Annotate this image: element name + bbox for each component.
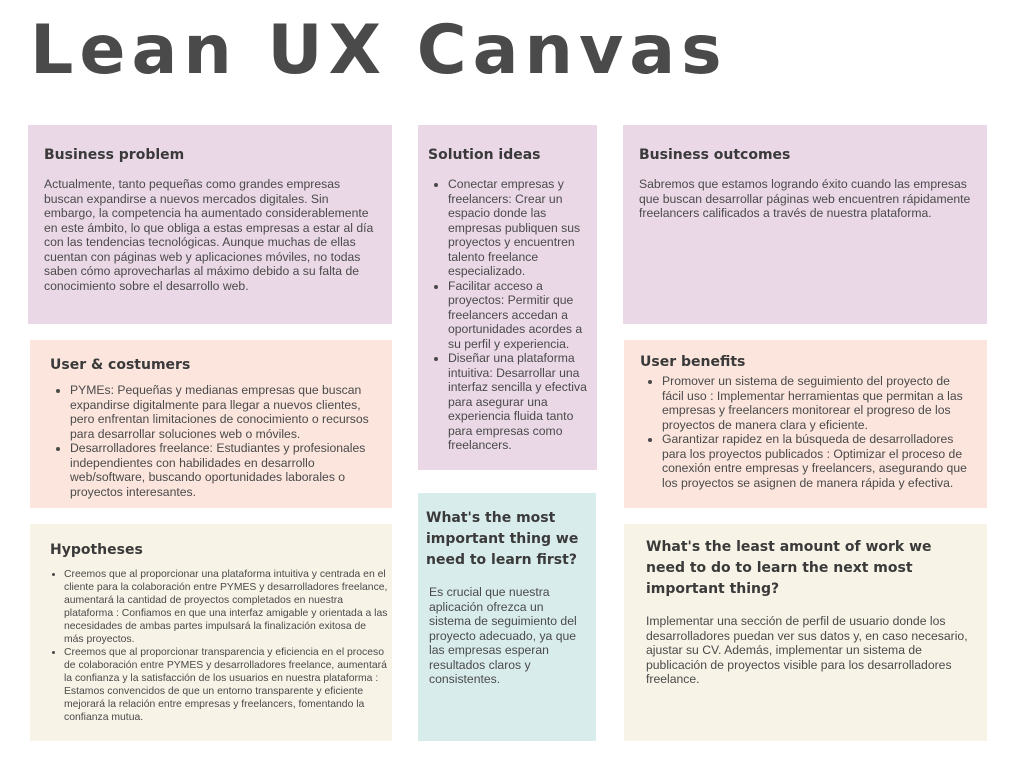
user-benefits-card: User benefits Promover un sistema de seg… — [624, 340, 987, 508]
list-item: Promover un sistema de seguimiento del p… — [662, 374, 971, 432]
page-title: Lean UX Canvas — [30, 11, 728, 90]
user-costumers-card: User & costumers PYMEs: Pequeñas y media… — [30, 340, 392, 508]
list-item: PYMEs: Pequeñas y medianas empresas que … — [70, 383, 376, 441]
list-item: Facilitar acceso a proyectos: Permitir q… — [448, 279, 589, 352]
hypotheses-heading: Hypotheses — [50, 542, 143, 558]
least-work-card: What's the least amount of work we need … — [624, 524, 987, 741]
most-important-card: What's the most important thing we need … — [418, 493, 596, 741]
business-outcomes-card: Business outcomes Sabremos que estamos l… — [623, 125, 987, 324]
business-outcomes-heading: Business outcomes — [639, 147, 791, 163]
least-work-heading: What's the least amount of work we need … — [646, 539, 932, 597]
user-benefits-list: Promover un sistema de seguimiento del p… — [640, 374, 971, 490]
solution-ideas-card: Solution ideas Conectar empresas y freel… — [418, 125, 597, 470]
business-problem-text: Actualmente, tanto pequeñas como grandes… — [44, 177, 374, 293]
least-work-text: Implementar una sección de perfil de usu… — [646, 614, 968, 686]
hypotheses-card: Hypotheses Creemos que al proporcionar u… — [30, 524, 392, 741]
list-item: Creemos que al proporcionar una platafor… — [64, 568, 388, 646]
user-costumers-list: PYMEs: Pequeñas y medianas empresas que … — [50, 383, 376, 499]
business-problem-heading: Business problem — [44, 147, 185, 163]
user-benefits-heading: User benefits — [640, 354, 746, 370]
solution-ideas-heading: Solution ideas — [428, 147, 541, 163]
user-costumers-heading: User & costumers — [50, 357, 191, 373]
list-item: Creemos que al proporcionar transparenci… — [64, 646, 388, 724]
most-important-heading: What's the most important thing we need … — [426, 510, 579, 568]
list-item: Conectar empresas y freelancers: Crear u… — [448, 177, 589, 279]
list-item: Diseñar una plataforma intuitiva: Desarr… — [448, 351, 589, 453]
solution-ideas-list: Conectar empresas y freelancers: Crear u… — [428, 177, 589, 453]
business-problem-card: Business problem Actualmente, tanto pequ… — [28, 125, 392, 324]
most-important-text: Es crucial que nuestra aplicación ofrezc… — [429, 585, 577, 686]
list-item: Desarrolladores freelance: Estudiantes y… — [70, 441, 376, 499]
list-item: Garantizar rapidez en la búsqueda de des… — [662, 432, 971, 490]
business-outcomes-text: Sabremos que estamos logrando éxito cuan… — [639, 177, 971, 220]
hypotheses-list: Creemos que al proporcionar una platafor… — [48, 568, 388, 724]
